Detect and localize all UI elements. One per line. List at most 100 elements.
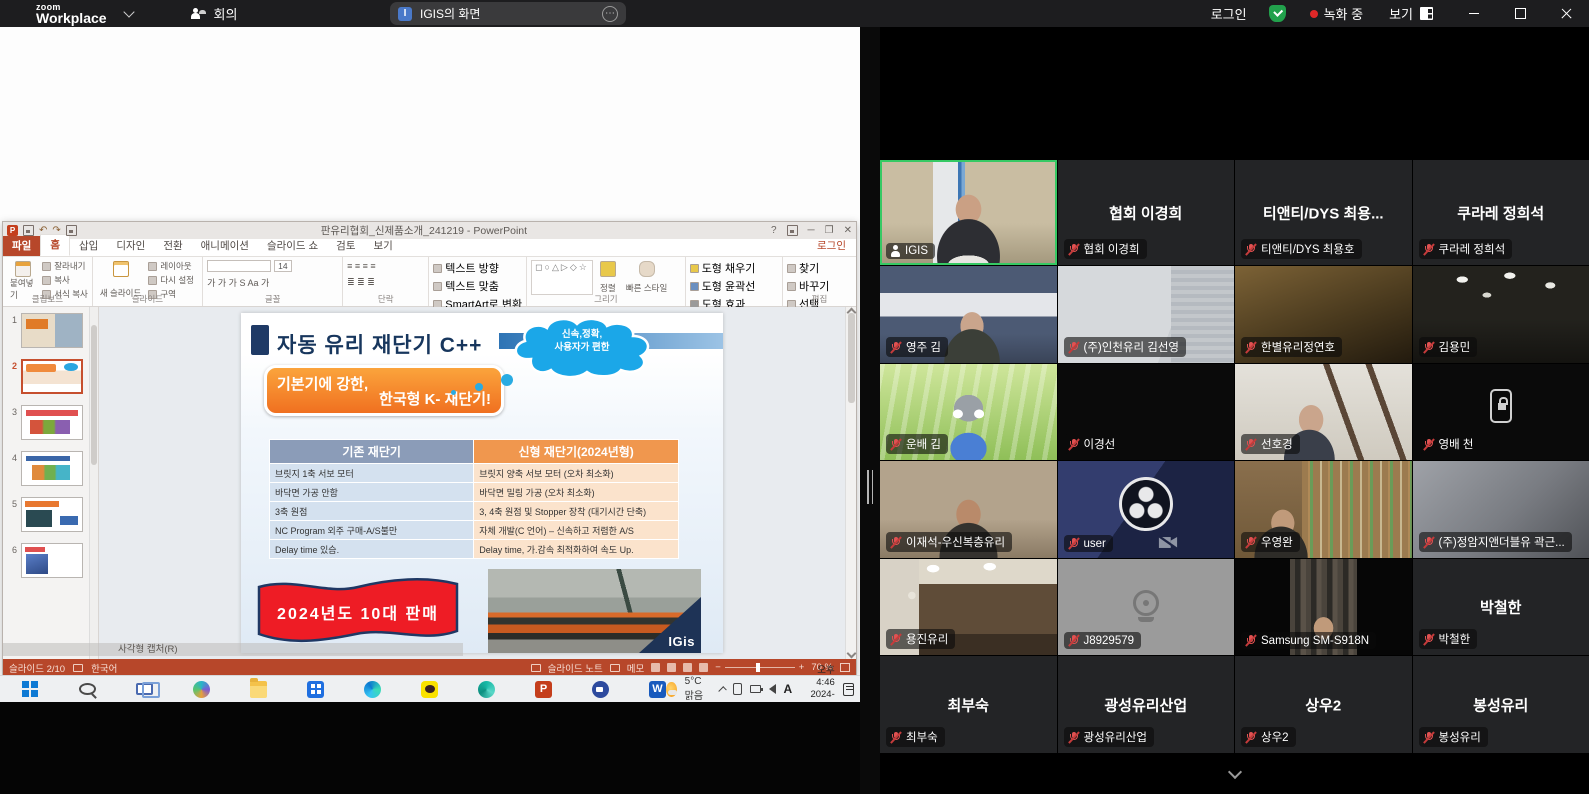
shape-fill-button[interactable]: 도형 채우기 — [690, 260, 778, 276]
weather-icon[interactable] — [666, 682, 677, 697]
cut-button[interactable]: 잘라내기 — [42, 260, 88, 272]
scroll-down-chevron[interactable] — [1212, 764, 1258, 784]
tab-insert[interactable]: 삽입 — [70, 236, 107, 256]
close-button[interactable] — [1543, 0, 1589, 27]
panel-resize-handle[interactable] — [867, 470, 873, 504]
file-explorer-icon[interactable] — [250, 681, 267, 698]
participant-tile[interactable]: 한별유리정연호 — [1235, 266, 1412, 363]
search-icon[interactable] — [79, 683, 96, 695]
thumbnail-3[interactable]: 3 — [7, 405, 96, 440]
arrange-button[interactable]: 정렬 — [597, 260, 619, 295]
thumbnail-5[interactable]: 5 — [7, 497, 96, 532]
participant-tile[interactable]: (주)인천유리 김선영 — [1058, 266, 1235, 363]
view-button[interactable]: 보기 — [1389, 4, 1433, 23]
participant-tile[interactable]: 김용민 — [1413, 266, 1589, 363]
participant-tile[interactable]: 운배 김 — [880, 364, 1057, 460]
layout-button[interactable]: 레이아웃 — [148, 260, 194, 272]
participant-tile[interactable]: 쿠라레 정희석 쿠라레 정희석 — [1413, 160, 1589, 265]
thumbnail-2-selected[interactable]: 2 — [7, 359, 96, 394]
font-name-select[interactable] — [207, 260, 271, 272]
battery-icon[interactable] — [750, 685, 761, 693]
tab-review[interactable]: 검토 — [327, 236, 364, 256]
participant-tile[interactable]: 봉성유리 봉성유리 — [1413, 656, 1589, 753]
copy-button[interactable]: 복사 — [42, 274, 88, 286]
minimize-button[interactable] — [1451, 0, 1497, 27]
find-button[interactable]: 찾기 — [787, 260, 852, 276]
participant-tile[interactable]: 광성유리산업 광성유리산업 — [1058, 656, 1235, 753]
login-button[interactable]: 로그인 — [1211, 4, 1247, 23]
powerpoint-taskbar-icon[interactable]: P — [535, 681, 552, 698]
tab-design[interactable]: 디자인 — [107, 236, 154, 256]
start-button[interactable] — [22, 681, 39, 698]
shape-outline-button[interactable]: 도형 윤곽선 — [690, 278, 778, 294]
help-icon[interactable]: ? — [771, 225, 777, 236]
more-options-icon[interactable]: ⋯ — [602, 6, 618, 22]
participant-tile[interactable]: 이경선 — [1058, 364, 1235, 460]
thumbnail-1[interactable]: 1 — [7, 313, 96, 348]
save-icon[interactable] — [23, 225, 34, 236]
tab-transitions[interactable]: 전환 — [154, 236, 191, 256]
participant-tile[interactable]: 최부숙 최부숙 — [880, 656, 1057, 753]
participant-tile[interactable]: 티앤티/DYS 최용... 티앤티/DYS 최용호 — [1235, 160, 1412, 265]
teal-app-icon[interactable] — [478, 681, 495, 698]
memo-button[interactable]: 메모 — [627, 661, 644, 675]
text-direction-button[interactable]: 텍스트 방향 — [433, 260, 522, 276]
ppt-close-icon[interactable]: ✕ — [844, 225, 852, 236]
participant-tile[interactable]: user — [1058, 461, 1235, 558]
quick-styles-button[interactable]: 빠른 스타일 — [623, 260, 670, 295]
thumbnail-4[interactable]: 4 — [7, 451, 96, 486]
thumbnail-scrollbar[interactable] — [89, 307, 98, 659]
tray-expand-icon[interactable] — [718, 686, 727, 695]
slide-canvas[interactable]: 자동 유리 재단기 C++ 신속,정확, 사용자가 편한 기본기에 강한, — [241, 313, 723, 653]
participant-tile[interactable]: 우영완 — [1235, 461, 1412, 558]
reset-button[interactable]: 다시 설정 — [148, 274, 194, 286]
word-taskbar-icon[interactable]: W — [649, 681, 666, 698]
maximize-button[interactable] — [1497, 0, 1543, 27]
office-login[interactable]: 로그인 — [808, 236, 856, 256]
zoom-taskbar-icon[interactable] — [592, 681, 609, 698]
slide-scrollbar[interactable] — [845, 307, 856, 659]
thumbnail-6[interactable]: 6 — [7, 543, 96, 578]
tab-meeting[interactable]: 회의 — [191, 4, 238, 23]
tab-view[interactable]: 보기 — [365, 236, 402, 256]
align-buttons[interactable]: ≣ ≣ ≣ — [347, 277, 424, 288]
security-shield-icon[interactable] — [1269, 5, 1286, 22]
participant-tile[interactable]: 영주 김 — [880, 266, 1057, 363]
weather-text[interactable]: 5°C 맑음 — [685, 676, 712, 702]
edge-browser-icon[interactable] — [364, 681, 381, 698]
notes-button[interactable]: 슬라이드 노트 — [548, 661, 603, 675]
task-view-icon[interactable] — [136, 683, 153, 695]
ribbon-options-icon[interactable] — [787, 225, 798, 236]
font-size-select[interactable]: 14 — [274, 260, 291, 272]
tab-shared-screen[interactable]: I IGIS의 화면 ⋯ — [390, 2, 626, 25]
tab-animations[interactable]: 애니메이션 — [192, 236, 258, 256]
kakaotalk-icon[interactable] — [421, 681, 438, 698]
participant-tile[interactable]: 이재석-우신복층유리 — [880, 461, 1057, 558]
copilot-icon[interactable] — [193, 681, 210, 698]
participant-tile[interactable]: 용진유리 — [880, 559, 1057, 655]
ppt-restore-icon[interactable]: ❐ — [825, 225, 834, 236]
ime-indicator[interactable]: A — [784, 682, 793, 696]
participant-tile[interactable]: 영배 천 — [1413, 364, 1589, 460]
tab-home[interactable]: 홈 — [40, 234, 70, 256]
participant-tile[interactable]: 박철한 박철한 — [1413, 559, 1589, 655]
tray-device-icon[interactable] — [733, 683, 742, 695]
font-style-buttons[interactable]: 가 가 가 S Aa 가 — [207, 276, 338, 289]
bullet-list-buttons[interactable]: ≡ ≡ ≡ ≡ — [347, 261, 424, 271]
align-text-button[interactable]: 텍스트 맞춤 — [433, 278, 522, 294]
ppt-minimize-icon[interactable]: ─ — [808, 225, 815, 236]
replace-button[interactable]: 바꾸기 — [787, 278, 852, 294]
participant-tile[interactable]: 상우2 상우2 — [1235, 656, 1412, 753]
participant-tile-igis[interactable]: IGIS — [880, 160, 1057, 265]
tab-slideshow[interactable]: 슬라이드 쇼 — [258, 236, 327, 256]
notification-center-icon[interactable] — [843, 683, 854, 696]
store-app-icon[interactable] — [307, 681, 324, 698]
chevron-down-icon[interactable] — [123, 6, 134, 17]
normal-view-icon[interactable] — [651, 663, 660, 672]
start-from-beginning-icon[interactable] — [66, 225, 77, 236]
language-status[interactable]: 한국어 — [91, 661, 117, 675]
shapes-gallery[interactable]: ◻○△▷◇☆ — [531, 260, 593, 295]
speaker-icon[interactable] — [769, 684, 776, 694]
tab-file[interactable]: 파일 — [3, 236, 40, 256]
participant-tile[interactable]: J8929579 — [1058, 559, 1235, 655]
